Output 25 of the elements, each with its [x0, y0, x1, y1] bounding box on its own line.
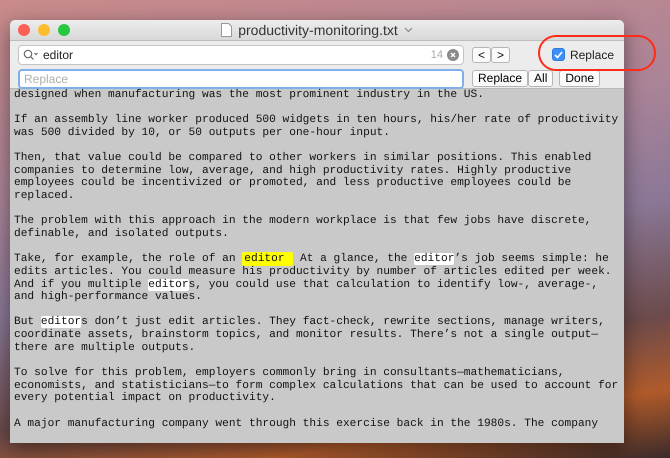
paragraph: If an assembly line worker produced 500 widgets in ten hours, his/her rate of productivity was 500 divided by 10, or 50 outputs per one-hour input.	[14, 114, 620, 140]
paragraph: Then, that value could be compared to other workers in similar positions. This enabled companies to determine low, average, and high productivity rates. Highly productive employees could be incentivized or promoted, and less productive employees could be replaced.	[14, 152, 592, 203]
search-field[interactable]: editor 14	[18, 44, 464, 65]
replace-button[interactable]: All	[528, 70, 554, 88]
done-button[interactable]: Done	[559, 70, 600, 88]
replace-field[interactable]: Replace	[18, 68, 464, 89]
replace-button[interactable]: Replace	[472, 70, 528, 88]
replace-checkbox[interactable]	[552, 48, 565, 62]
match-count: 14	[430, 48, 443, 61]
zoom-button[interactable]	[58, 24, 70, 36]
paragraph: A major manufacturing company went through this exercise back in the 1980s. The company	[14, 418, 600, 430]
nav-button[interactable]: >	[491, 46, 510, 63]
nav-button[interactable]: <	[472, 46, 492, 63]
paragraph: Take, for example, the role of an editor At a glance, the editor’s job seems simple: he edits articles. You could measure his productivity by number of articles edited per week. And if you multiple editors, you could use that calculation to identify low-, average-, and high-performance values.	[14, 253, 613, 304]
document-icon	[221, 22, 232, 37]
window-title: productivity-monitoring.txt	[238, 22, 398, 38]
close-button[interactable]	[18, 24, 30, 36]
paragraph: designed when manufacturing was the most prominent industry in the US.	[14, 88, 485, 102]
chevron-icon[interactable]	[404, 26, 413, 33]
replace-label: Replace	[570, 48, 614, 62]
paragraph: To solve for this problem, employers commonly bring in consultants—mathematicians, economists, and statisticians—to form complex calculations that can be used to account for every potential impact on productivity.	[14, 367, 620, 406]
paragraph: But editors don’t just edit articles. They fact-check, rewrite sections, manage writers, coordinate assets, brainstorm topics, and monitor results. There’s not a single output— there are multiple outputs.	[14, 316, 606, 354]
search-icon[interactable]	[23, 48, 39, 61]
paragraph: The problem with this approach in the modern workplace is that few jobs have discrete, definable, and isolated outputs.	[14, 215, 592, 241]
clear-icon[interactable]	[447, 48, 459, 61]
